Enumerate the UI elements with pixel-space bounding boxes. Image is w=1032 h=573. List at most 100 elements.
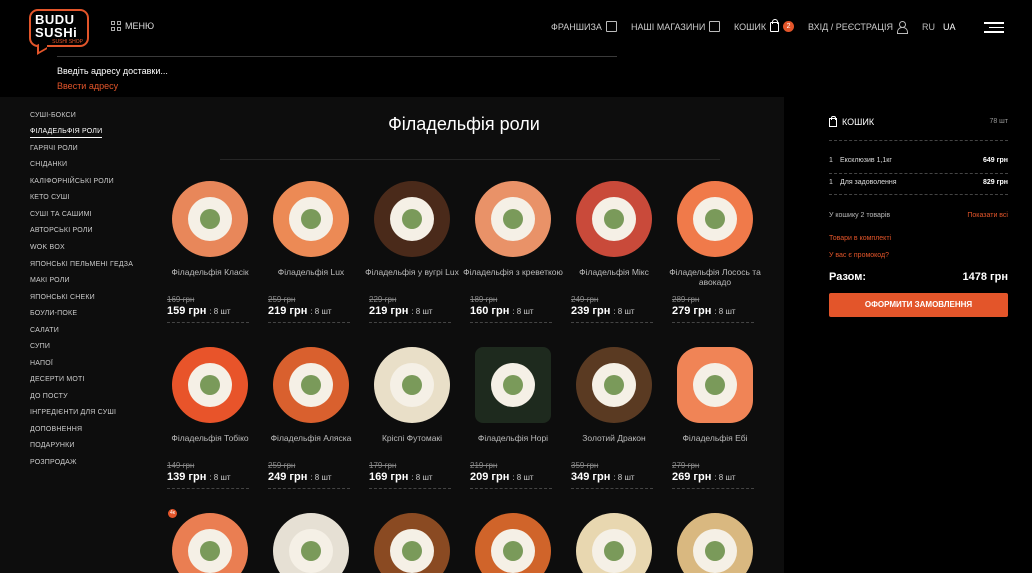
sidebar-item[interactable]: Сніданки <box>30 161 67 168</box>
product-image[interactable] <box>576 513 652 573</box>
product-price-row: 219 грн: 8 шт <box>268 305 332 317</box>
product-image[interactable] <box>475 347 551 423</box>
cart-summary-text: У кошику 2 товарів <box>829 212 891 219</box>
page-title: Філадельфія роли <box>388 114 540 134</box>
product-price-row: 160 грн: 8 шт <box>470 305 534 317</box>
product-qty: : 8 шт <box>714 307 736 316</box>
product-image[interactable] <box>273 181 349 257</box>
shopping-bag-icon <box>770 18 780 32</box>
product-image[interactable] <box>374 347 450 423</box>
menu-button[interactable]: МЕНЮ <box>111 21 154 31</box>
documents-icon <box>605 21 617 32</box>
product-qty: : 8 шт <box>209 473 231 482</box>
product-image[interactable] <box>576 347 652 423</box>
product-price: 159 грн <box>167 305 207 317</box>
product-qty: : 8 шт <box>310 307 332 316</box>
shopping-bag-icon <box>829 115 837 127</box>
product-old-price: 359 грн <box>571 461 599 470</box>
product-price-row: 169 грн: 8 шт <box>369 471 433 483</box>
card-divider <box>369 322 451 323</box>
hamburger-icon[interactable] <box>984 22 1004 33</box>
sidebar-item[interactable]: Розпродаж <box>30 459 77 466</box>
cart-divider <box>829 140 1008 141</box>
address-link[interactable]: Ввести адресу <box>57 81 118 91</box>
product-qty: : 8 шт <box>512 307 534 316</box>
login-link[interactable]: ВХІД / РЕЄСТРАЦІЯ <box>808 21 908 34</box>
lang-ua[interactable]: UA <box>943 22 956 32</box>
card-divider <box>268 488 350 489</box>
cart-panel: КОШИК 78 шт 1 Ексклюзив 1,1кг 649 грн 1 … <box>784 97 1032 573</box>
product-name: Кріспі Футомакі <box>381 433 443 443</box>
sidebar-item[interactable]: Десерти моті <box>30 376 85 383</box>
product-image[interactable] <box>475 513 551 573</box>
sidebar-item[interactable]: Каліфорнійські роли <box>30 178 114 185</box>
cart-link[interactable]: КОШИК 2 <box>734 18 795 32</box>
product-price: 169 грн <box>369 471 409 483</box>
sidebar-item[interactable]: Гарячі роли <box>30 145 78 152</box>
cart-item-qty: 1 <box>829 157 833 164</box>
product-image[interactable] <box>172 513 248 573</box>
product-image[interactable] <box>475 181 551 257</box>
product-list: Філадельфія роли Філадельфія Класік 169 … <box>160 97 784 573</box>
sidebar-item[interactable]: Суші-бокси <box>30 112 76 119</box>
sidebar-item[interactable]: Доповнення <box>30 426 82 433</box>
card-divider <box>470 322 552 323</box>
product-name: Філадельфія Аляска <box>270 433 352 443</box>
address-label: Введіть адресу доставки... <box>57 66 168 76</box>
franchise-link[interactable]: ФРАНШИЗА <box>551 21 617 32</box>
user-icon <box>896 21 908 34</box>
product-name: Філадельфія Lux <box>277 267 345 277</box>
product-name: Філадельфія Лосось та авокадо <box>669 267 761 287</box>
sidebar-item[interactable]: Подарунки <box>30 442 75 449</box>
sidebar-item[interactable]: Авторські роли <box>30 227 93 234</box>
product-image[interactable] <box>374 181 450 257</box>
product-qty: : 8 шт <box>714 473 736 482</box>
cart-divider <box>829 173 1008 174</box>
product-old-price: 249 грн <box>571 295 599 304</box>
sidebar-item[interactable]: Японські пельмені гедза <box>30 261 133 268</box>
cart-item-qty: 1 <box>829 179 833 186</box>
sidebar-item[interactable]: Боули-поке <box>30 310 77 317</box>
product-image[interactable] <box>273 347 349 423</box>
sidebar-item[interactable]: Макі роли <box>30 277 70 284</box>
card-divider <box>672 488 754 489</box>
stores-link[interactable]: НАШІ МАГАЗИНИ <box>631 21 721 32</box>
title-divider <box>220 159 720 160</box>
card-divider <box>268 322 350 323</box>
product-price: 349 грн <box>571 471 611 483</box>
cart-item-price: 649 грн <box>982 157 1008 164</box>
sidebar-item[interactable]: Японські снеки <box>30 294 95 301</box>
card-divider <box>369 488 451 489</box>
product-qty: : 8 шт <box>613 307 635 316</box>
checkout-button[interactable]: Оформити замовлення <box>829 293 1008 317</box>
sidebar-item[interactable]: Напої <box>30 360 53 367</box>
lang-ru[interactable]: RU <box>922 22 935 32</box>
login-label: ВХІД / РЕЄСТРАЦІЯ <box>808 21 893 32</box>
product-image[interactable] <box>677 513 753 573</box>
complect-link[interactable]: Товари в комплекті <box>829 235 891 242</box>
header-divider <box>57 56 617 57</box>
product-old-price: 169 грн <box>167 295 195 304</box>
product-image[interactable] <box>677 347 753 423</box>
sidebar-item[interactable]: Інгредієнти для суші <box>30 409 116 416</box>
product-image[interactable] <box>677 181 753 257</box>
sidebar-item[interactable]: До посту <box>30 393 68 400</box>
product-image[interactable] <box>374 513 450 573</box>
sidebar-item[interactable]: Суші та сашимі <box>30 211 92 218</box>
sidebar-item[interactable]: Супи <box>30 343 50 350</box>
product-image[interactable] <box>172 181 248 257</box>
sidebar-item[interactable]: Кето суші <box>30 194 70 201</box>
product-price: 139 грн <box>167 471 207 483</box>
promo-link[interactable]: У вас є промокод? <box>829 252 889 259</box>
sidebar-item[interactable]: Wok box <box>30 244 65 251</box>
product-image[interactable] <box>273 513 349 573</box>
product-old-price: 279 грн <box>672 461 700 470</box>
cart-header: КОШИК <box>829 115 874 127</box>
show-all-link[interactable]: Показати всі <box>967 212 1008 219</box>
product-image[interactable] <box>576 181 652 257</box>
brand-logo[interactable]: BUDU SUSHi SUSHI SHOP <box>29 9 89 47</box>
sidebar-item-active[interactable]: Філадельфія роли <box>30 128 103 138</box>
product-image[interactable] <box>172 347 248 423</box>
sidebar-item[interactable]: Салати <box>30 327 59 334</box>
product-price: 160 грн <box>470 305 510 317</box>
